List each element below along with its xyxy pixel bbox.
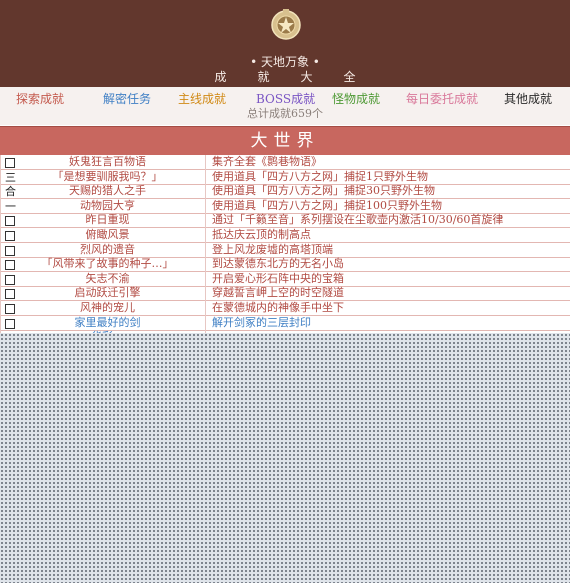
achievement-description: 使用道具「四方八方之网」捕捉30只野外生物 bbox=[212, 184, 435, 198]
table-row: 一 动物园大亨 使用道具「四方八方之网」捕捉100只野外生物 bbox=[0, 199, 570, 214]
achievement-name: 动物园大亨 bbox=[80, 198, 135, 212]
row-mark: 一 bbox=[5, 199, 16, 213]
total-count: 总计成就659个 bbox=[247, 107, 323, 120]
achievement-name: 昨日重现 bbox=[85, 213, 130, 227]
achievement-name: 「是想要驯服我吗？」 bbox=[52, 169, 163, 183]
page-title: 成就大全 bbox=[214, 70, 387, 84]
achievement-description: 穿越誓言岬上空的时空隧道 bbox=[212, 286, 344, 300]
achievement-name: 矢志不渝 bbox=[85, 271, 130, 285]
achievement-description: 登上风龙废墟的高塔顶端 bbox=[212, 242, 333, 256]
achievement-name: 家里最好的剑 bbox=[74, 315, 141, 329]
achievement-name: 烈风的遗音 bbox=[80, 242, 135, 256]
tab-exploration[interactable]: 探索成就 bbox=[16, 92, 64, 106]
table-border bbox=[0, 155, 1, 345]
tab-puzzle-quests[interactable]: 解密任务 bbox=[103, 92, 151, 106]
achievement-description: 使用道具「四方八方之网」捕捉1只野外生物 bbox=[212, 169, 428, 183]
achievement-description: 通过「千籁至音」系列摆设在尘歌壶内激活10/30/60首旋律 bbox=[212, 213, 504, 227]
tab-other[interactable]: 其他成就 bbox=[504, 92, 552, 106]
achievement-description: 在蒙德城内的神像手中坐下 bbox=[212, 301, 344, 314]
table-row: 昨日重现 通过「千籁至音」系列摆设在尘歌壶内激活10/30/60首旋律 bbox=[0, 213, 570, 229]
table-row: 启动跃迁引擎 穿越誓言岬上空的时空隧道 bbox=[0, 286, 570, 302]
achievement-name: 妖鬼狂言百物语 bbox=[69, 155, 146, 168]
achievement-description: 使用道具「四方八方之网」捕捉100只野外生物 bbox=[212, 198, 442, 212]
achievement-description: 集齐全套《鹮巷物语》 bbox=[212, 155, 322, 168]
pixelated-overlay bbox=[0, 333, 570, 583]
tab-monster[interactable]: 怪物成就 bbox=[332, 92, 380, 106]
achievement-description: 到达蒙德东北方的无名小岛 bbox=[212, 257, 344, 271]
row-mark: 三 bbox=[5, 170, 16, 184]
crest-emblem-icon bbox=[271, 9, 301, 40]
region-header: 大世界 bbox=[0, 126, 570, 156]
tab-boss[interactable]: BOSS成就 bbox=[256, 92, 315, 106]
table-row: 风神的宠儿 在蒙德城内的神像手中坐下 bbox=[0, 301, 570, 316]
header: • 天地万象 • 成就大全 bbox=[0, 0, 570, 87]
achievement-name: 启动跃迁引擎 bbox=[74, 286, 141, 300]
table-row: 合 天赐的猎人之手 使用道具「四方八方之网」捕捉30只野外生物 bbox=[0, 184, 570, 200]
achievement-name: 天赐的猎人之手 bbox=[69, 184, 146, 198]
achievement-name: 俯瞰风景 bbox=[85, 228, 130, 241]
table-row: 妖鬼狂言百物语 集齐全套《鹮巷物语》 bbox=[0, 155, 570, 170]
table-row: 家里最好的剑 解开剑冢的三层封印 bbox=[0, 316, 570, 331]
tab-daily-commission[interactable]: 每日委托成就 bbox=[406, 92, 478, 106]
tab-main-story[interactable]: 主线成就 bbox=[178, 92, 226, 106]
header-subtitle: • 天地万象 • bbox=[250, 55, 320, 69]
achievement-list: 妖鬼狂言百物语 集齐全套《鹮巷物语》三「是想要驯服我吗？」 使用道具「四方八方之网」… bbox=[0, 155, 570, 346]
achievement-description: 开启爱心形石阵中央的宝箱 bbox=[212, 271, 344, 285]
table-row: 俯瞰风景 抵达庆云顶的制高点 bbox=[0, 228, 570, 243]
achievement-description: 抵达庆云顶的制高点 bbox=[212, 228, 311, 241]
row-mark: 合 bbox=[5, 185, 16, 199]
table-row: 「风带来了故事的种子…」 到达蒙德东北方的无名小岛 bbox=[0, 257, 570, 273]
achievement-name: 「风带来了故事的种子…」 bbox=[41, 257, 174, 271]
achievement-name: 风神的宠儿 bbox=[80, 301, 135, 314]
table-row: 烈风的遗音 登上风龙废墟的高塔顶端 bbox=[0, 243, 570, 258]
table-row: 矢志不渝 开启爱心形石阵中央的宝箱 bbox=[0, 272, 570, 287]
table-row: 三 「是想要驯服我吗？」 使用道具「四方八方之网」捕捉1只野外生物 bbox=[0, 170, 570, 185]
achievement-description: 解开剑冢的三层封印 bbox=[212, 315, 311, 329]
column-divider bbox=[205, 155, 206, 345]
